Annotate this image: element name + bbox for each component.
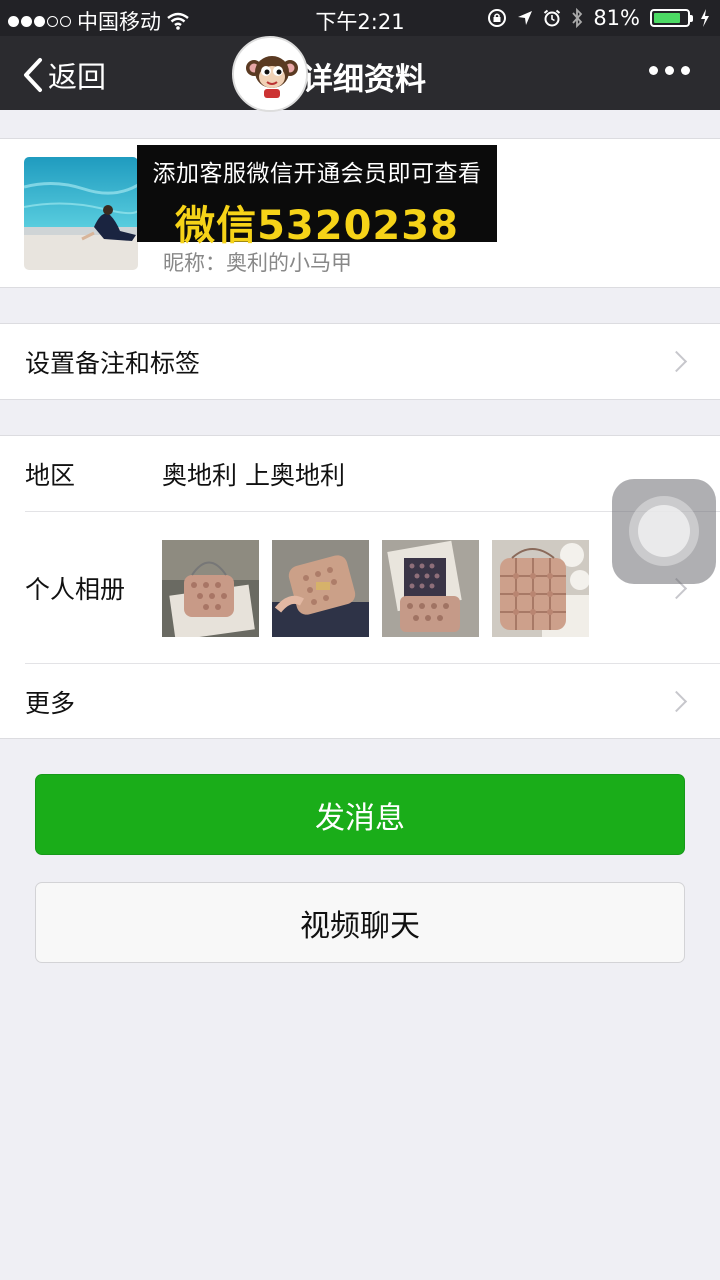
alarm-icon	[544, 9, 561, 27]
info-section: 地区 奥地利 上奥地利 个人相册 更多	[0, 435, 720, 739]
album-photo[interactable]	[492, 540, 589, 637]
album-photo[interactable]	[272, 540, 369, 637]
chevron-right-icon	[665, 350, 688, 373]
video-call-button[interactable]: 视频聊天	[35, 882, 685, 963]
chevron-right-icon	[665, 690, 688, 713]
status-right: 81%	[487, 6, 710, 30]
more-row[interactable]: 更多	[0, 664, 720, 739]
set-remark-label: 设置备注和标签	[25, 348, 201, 378]
assistive-touch-icon[interactable]	[612, 479, 716, 584]
page-title: 详细资料	[302, 62, 426, 98]
lock-rotation-icon	[488, 9, 507, 27]
back-button[interactable]: 返回	[22, 54, 106, 96]
nav-bar: 返回 详细资料	[0, 36, 720, 112]
charging-icon	[701, 9, 709, 27]
promo-line1: 添加客服微信开通会员即可查看	[152, 161, 482, 187]
region-label: 地区	[25, 460, 76, 490]
album-thumbnails	[162, 540, 589, 637]
nickname: 昵称：奥利的小马甲	[163, 251, 352, 275]
promo-wechat-id: 微信5320238	[175, 203, 459, 249]
battery-icon	[650, 9, 693, 27]
back-chevron-icon	[24, 58, 42, 92]
album-photo[interactable]	[382, 540, 479, 637]
send-message-button[interactable]: 发消息	[35, 774, 685, 855]
promo-banner: 添加客服微信开通会员即可查看 微信5320238	[137, 145, 497, 249]
region-value: 奥地利 上奥地利	[162, 460, 345, 490]
bluetooth-icon	[572, 8, 583, 28]
back-label: 返回	[48, 60, 107, 94]
monkey-logo-overlay	[232, 36, 308, 112]
profile-avatar[interactable]	[24, 157, 138, 270]
more-dots-icon[interactable]	[649, 66, 690, 75]
battery-level-fill	[654, 13, 680, 23]
location-icon	[518, 11, 533, 25]
remark-section: 设置备注和标签	[0, 323, 720, 400]
more-label: 更多	[25, 688, 76, 718]
album-label: 个人相册	[25, 575, 126, 604]
album-photo[interactable]	[162, 540, 259, 637]
status-bar: 中国移动 下午2:21 81%	[0, 0, 720, 36]
battery-percent: 81%	[593, 6, 640, 30]
set-remark-row[interactable]: 设置备注和标签	[0, 324, 720, 399]
profile-card: 添加客服微信开通会员即可查看 微信5320238 昵称：奥利的小马甲	[0, 138, 720, 288]
